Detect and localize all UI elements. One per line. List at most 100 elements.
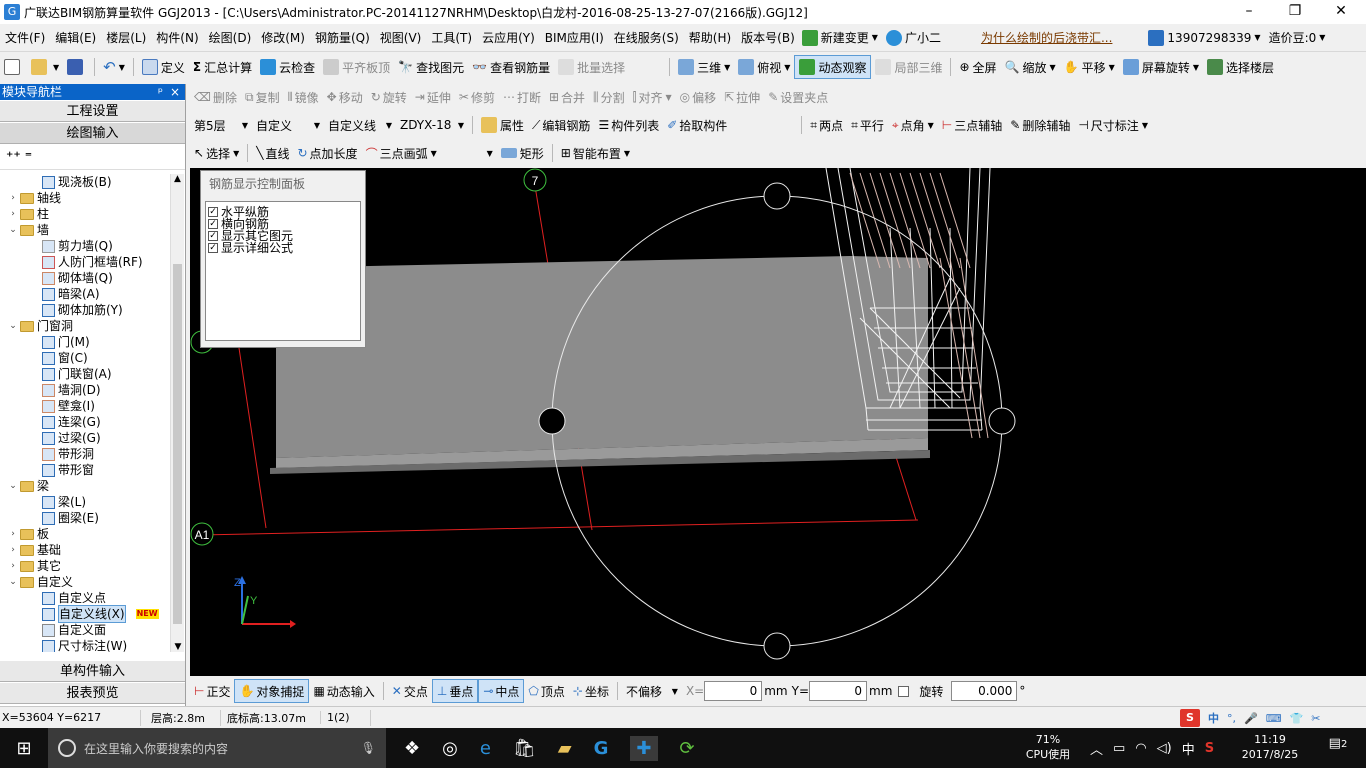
tree-item[interactable]: 过梁(G) bbox=[4, 430, 170, 446]
skin-icon[interactable]: 👕 bbox=[1290, 712, 1304, 725]
tree-item[interactable]: 窗(C) bbox=[4, 350, 170, 366]
tree-item[interactable]: 砌体加筋(Y) bbox=[4, 302, 170, 318]
dimension-button[interactable]: ⊣ 尺寸标注 ▼ bbox=[1074, 113, 1152, 137]
level-slab-button[interactable]: 平齐板顶 bbox=[319, 55, 394, 79]
menu-item[interactable]: 文件(F) bbox=[0, 24, 50, 52]
expander-icon[interactable]: ⌄ bbox=[8, 574, 18, 590]
trim-button[interactable]: ✂ 修剪 bbox=[455, 85, 499, 109]
expander-icon[interactable]: › bbox=[8, 542, 18, 558]
three-d-button[interactable]: 三维 ▼ bbox=[674, 55, 734, 79]
rebar-option-checkbox[interactable]: ✓ bbox=[208, 219, 218, 229]
edit-rebar-button[interactable]: ⟋ 编辑钢筋 bbox=[528, 113, 594, 137]
menu-item[interactable]: 钢筋量(Q) bbox=[310, 24, 375, 52]
batch-select-button[interactable]: 批量选择 bbox=[554, 55, 629, 79]
tree-item[interactable]: 圈梁(E) bbox=[4, 510, 170, 526]
top-view-button[interactable]: 俯视 ▼ bbox=[734, 55, 794, 79]
expand-all-icon[interactable]: ⁺⁺ bbox=[6, 149, 21, 165]
dynamic-input-toggle[interactable]: ▦ 动态输入 bbox=[309, 679, 378, 703]
refresh-app-icon[interactable]: ⟳ bbox=[680, 738, 695, 759]
screen-rotate-button[interactable]: 屏幕旋转 ▼ bbox=[1119, 55, 1203, 79]
wifi-icon[interactable]: ◠ bbox=[1135, 741, 1146, 756]
close-button[interactable]: ✕ bbox=[1318, 0, 1364, 24]
three-point-arc-button[interactable]: ⌒ 三点画弧 ▼ bbox=[362, 141, 441, 165]
object-snap-toggle[interactable]: ✋ 对象捕捉 bbox=[234, 679, 310, 703]
expander-icon[interactable]: ⌄ bbox=[8, 478, 18, 494]
sum-calc-button[interactable]: Σ 汇总计算 bbox=[189, 55, 256, 79]
rebar-option-checkbox[interactable]: ✓ bbox=[208, 231, 218, 241]
tree-item[interactable]: 自定义线(X) NEW bbox=[4, 605, 170, 623]
pick-element-button[interactable]: ✐ 拾取构件 bbox=[663, 113, 731, 137]
open-file-button[interactable]: ▼ bbox=[27, 55, 63, 79]
tree-scrollbar[interactable]: ▲ ▼ bbox=[170, 174, 184, 652]
drawing-canvas[interactable]: 7 A1 Z Y 钢筋显示控制面板 ✓ 水平纵筋 ✓ 横向钢筋 ✓ 显示其它图元 ✓ 显示详细… bbox=[190, 168, 1366, 676]
align-button[interactable]: ⫿ 对齐 ▼ bbox=[629, 85, 676, 109]
new-change-button[interactable]: 新建变更 ▼ bbox=[801, 29, 878, 46]
tree-item[interactable]: › 柱 bbox=[4, 206, 170, 222]
volume-icon[interactable]: ◁) bbox=[1157, 741, 1172, 756]
expander-icon[interactable]: › bbox=[8, 558, 18, 574]
task-view-icon[interactable]: ❖ bbox=[404, 738, 420, 759]
mirror-button[interactable]: ⫴ 镜像 bbox=[284, 85, 323, 109]
find-element-button[interactable]: 🔭 查找图元 bbox=[394, 55, 468, 79]
tree-item[interactable]: ⌄ 梁 bbox=[4, 478, 170, 494]
app-spiral-icon[interactable]: ◎ bbox=[442, 738, 458, 759]
coordinate-toggle[interactable]: ⊹ 坐标 bbox=[569, 679, 613, 703]
properties-button[interactable]: 属性 bbox=[477, 113, 528, 137]
define-button[interactable]: 定义 bbox=[138, 55, 189, 79]
pin-icon[interactable]: ᵖ bbox=[158, 84, 163, 100]
point-length-button[interactable]: ↻ 点加长度 bbox=[293, 141, 361, 165]
menu-item[interactable]: 帮助(H) bbox=[684, 24, 736, 52]
intersection-toggle[interactable]: ✕ 交点 bbox=[388, 679, 432, 703]
zoom-button[interactable]: 🔍 缩放 ▼ bbox=[1001, 55, 1060, 79]
microphone-icon[interactable]: 🎤 bbox=[1244, 712, 1258, 725]
minimize-button[interactable]: – bbox=[1226, 0, 1272, 24]
assistant-button[interactable]: 广小二 bbox=[885, 29, 941, 46]
select-floor-button[interactable]: 选择楼层 bbox=[1203, 55, 1278, 79]
arc-option-select[interactable]: ▼ bbox=[440, 141, 497, 165]
project-settings-button[interactable]: 工程设置 bbox=[0, 100, 185, 122]
taskbar-search-box[interactable]: 在这里输入你要搜索的内容 🎙 bbox=[48, 728, 386, 768]
select-button[interactable]: ↖ 选择 ▼ bbox=[190, 141, 243, 165]
rebar-option-checkbox[interactable]: ✓ bbox=[208, 207, 218, 217]
account-button[interactable]: 13907298339 ▼ bbox=[1148, 29, 1261, 46]
set-grip-button[interactable]: ✎ 设置夹点 bbox=[764, 85, 832, 109]
rotate-checkbox[interactable] bbox=[898, 685, 910, 697]
point-angle-button[interactable]: ⌖ 点角 ▼ bbox=[888, 113, 938, 137]
tree-item[interactable]: 砌体墙(Q) bbox=[4, 270, 170, 286]
rotate-input[interactable]: 0.000 bbox=[951, 681, 1018, 701]
element-list-button[interactable]: ☰ 构件列表 bbox=[594, 113, 663, 137]
smart-layout-button[interactable]: ⊞ 智能布置 ▼ bbox=[557, 141, 634, 165]
rebar-option[interactable]: ✓ 显示详细公式 bbox=[206, 242, 360, 254]
line-button[interactable]: ╲ 直线 bbox=[252, 141, 293, 165]
stretch-button[interactable]: ⇱ 拉伸 bbox=[720, 85, 764, 109]
copy-button[interactable]: ⧉ 复制 bbox=[241, 85, 284, 109]
offset-button[interactable]: ◎ 偏移 bbox=[676, 85, 721, 109]
break-button[interactable]: ⋯ 打断 bbox=[499, 85, 545, 109]
menu-item[interactable]: 云应用(Y) bbox=[477, 24, 540, 52]
category-select[interactable]: 自定义 ▼ bbox=[252, 113, 324, 137]
tree-item[interactable]: › 其它 bbox=[4, 558, 170, 574]
tree-item[interactable]: 带形洞 bbox=[4, 446, 170, 462]
tree-item[interactable]: 暗梁(A) bbox=[4, 286, 170, 302]
menu-item[interactable]: 绘图(D) bbox=[204, 24, 257, 52]
tree-item[interactable]: 墙洞(D) bbox=[4, 382, 170, 398]
menu-item[interactable]: 修改(M) bbox=[256, 24, 310, 52]
scroll-thumb[interactable] bbox=[173, 264, 182, 624]
menu-item[interactable]: 构件(N) bbox=[151, 24, 203, 52]
file-explorer-icon[interactable]: ▰ bbox=[558, 738, 572, 759]
drawing-input-button[interactable]: 绘图输入 bbox=[0, 122, 185, 144]
floor-select[interactable]: 第5层 ▼ bbox=[190, 113, 252, 137]
tree-item[interactable]: 现浇板(B) bbox=[4, 174, 170, 190]
expander-icon[interactable]: › bbox=[8, 206, 18, 222]
expander-icon[interactable]: ⌄ bbox=[8, 318, 18, 334]
tree-item[interactable]: › 板 bbox=[4, 526, 170, 542]
delete-button[interactable]: ⌫ 删除 bbox=[190, 85, 241, 109]
microphone-icon[interactable]: 🎙 bbox=[361, 741, 376, 755]
new-file-button[interactable] bbox=[0, 55, 27, 79]
undo-button[interactable]: ↶ ▼ bbox=[99, 55, 129, 79]
tree-item[interactable]: 带形窗 bbox=[4, 462, 170, 478]
dynamic-view-button[interactable]: 动态观察 bbox=[794, 55, 872, 79]
edge-icon[interactable]: e bbox=[480, 738, 491, 759]
tree-item[interactable]: 门联窗(A) bbox=[4, 366, 170, 382]
punctuation-icon[interactable]: °, bbox=[1227, 712, 1236, 725]
